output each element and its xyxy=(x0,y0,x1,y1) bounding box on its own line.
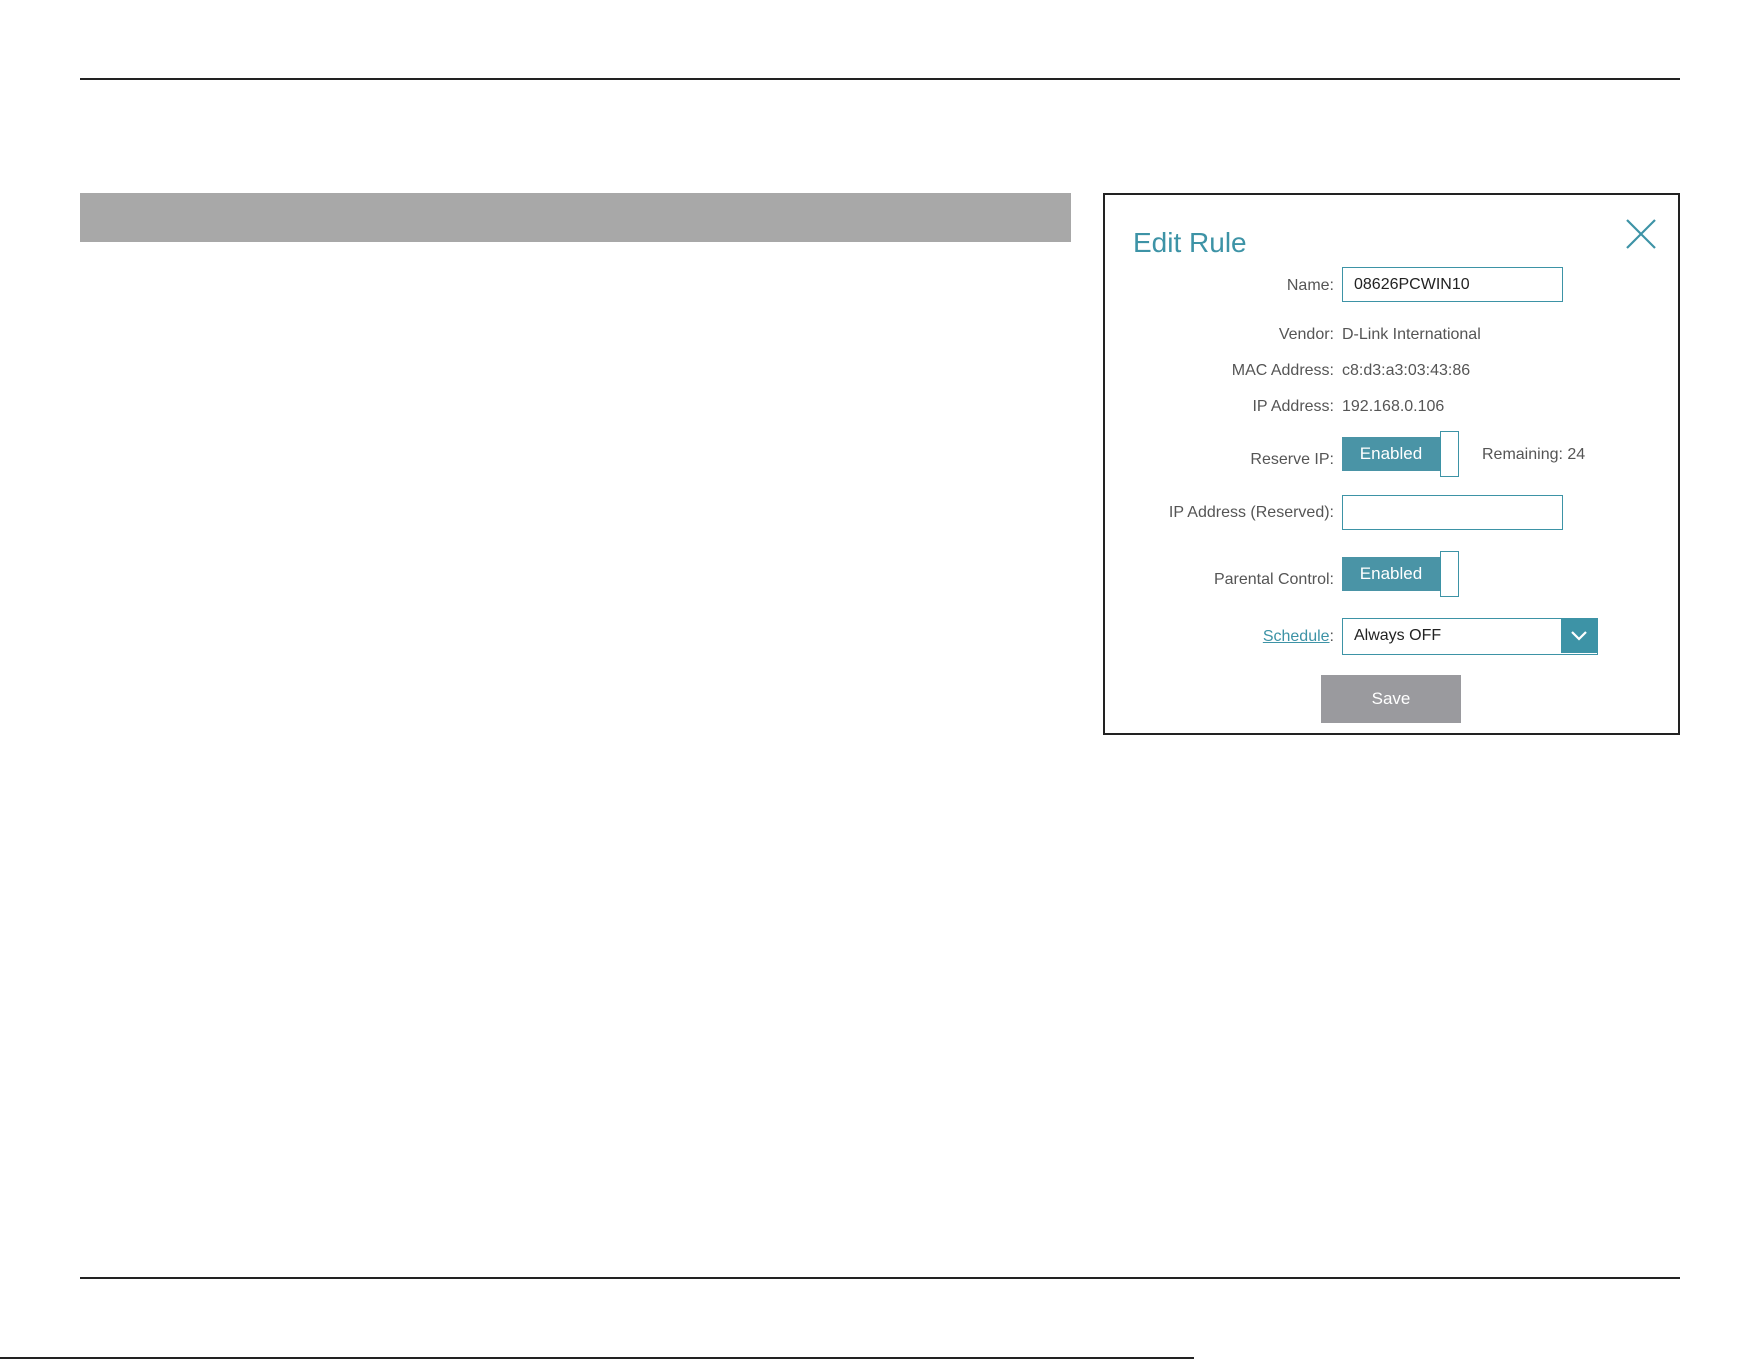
toggle-knob xyxy=(1440,431,1459,477)
ip-reserved-input[interactable] xyxy=(1342,495,1563,530)
reserve-ip-toggle-state: Enabled xyxy=(1342,437,1440,471)
mac-value: c8:d3:a3:03:43:86 xyxy=(1342,362,1471,379)
header-divider xyxy=(80,78,1680,80)
parental-control-label: Parental Control: xyxy=(1213,571,1334,588)
ip-reserved-label: IP Address (Reserved): xyxy=(1168,504,1334,521)
save-button[interactable]: Save xyxy=(1321,675,1461,723)
schedule-select[interactable]: Always OFF xyxy=(1342,618,1598,655)
ip-label: IP Address: xyxy=(1252,398,1334,415)
ip-value: 192.168.0.106 xyxy=(1342,398,1445,415)
parental-control-toggle-state: Enabled xyxy=(1342,557,1440,591)
schedule-colon: : xyxy=(1329,628,1334,645)
reserve-ip-label: Reserve IP: xyxy=(1250,451,1334,468)
close-icon[interactable] xyxy=(1624,217,1658,251)
dialog-title: Edit Rule xyxy=(1133,227,1247,258)
section-header-bar xyxy=(80,193,1071,242)
name-label: Name: xyxy=(1286,277,1334,294)
reserve-ip-toggle[interactable]: Enabled xyxy=(1342,431,1460,477)
toggle-knob xyxy=(1440,551,1459,597)
chevron-down-icon[interactable] xyxy=(1561,619,1597,653)
name-input[interactable] xyxy=(1342,267,1563,302)
remaining-count: Remaining: 24 xyxy=(1482,446,1586,463)
schedule-link[interactable]: Schedule xyxy=(1263,628,1330,645)
schedule-selected-value: Always OFF xyxy=(1354,627,1442,644)
page-bottom-edge xyxy=(0,1357,1194,1359)
vendor-value: D-Link International xyxy=(1342,326,1481,343)
schedule-label-group: Schedule: xyxy=(1263,628,1334,646)
mac-label: MAC Address: xyxy=(1231,362,1334,379)
footer-divider xyxy=(80,1277,1680,1279)
page: Edit Rule Name: Vendor: D-Link Internati… xyxy=(0,0,1761,1361)
vendor-label: Vendor: xyxy=(1278,326,1334,343)
parental-control-toggle[interactable]: Enabled xyxy=(1342,551,1460,597)
edit-rule-dialog: Edit Rule Name: Vendor: D-Link Internati… xyxy=(1103,193,1680,735)
